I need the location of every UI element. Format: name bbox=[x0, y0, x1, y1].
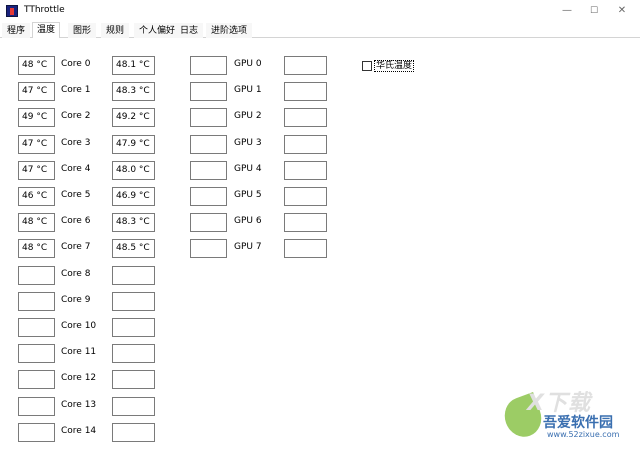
core-temp-field: 47 °C bbox=[18, 161, 55, 180]
gpu-label: GPU 1 bbox=[234, 85, 262, 95]
gpu-temp2-field bbox=[284, 56, 327, 75]
core-label: Core 10 bbox=[61, 321, 97, 331]
core-temp2-field: 48.1 °C bbox=[112, 56, 155, 75]
gpu-temp-field bbox=[190, 56, 227, 75]
gpu-temp-field bbox=[190, 135, 227, 154]
core-temp2-field bbox=[112, 266, 155, 285]
maximize-button[interactable]: ☐ bbox=[580, 2, 608, 20]
gpu-label: GPU 0 bbox=[234, 59, 262, 69]
tab-log[interactable]: 日志 bbox=[175, 23, 204, 38]
core-temp-field bbox=[18, 370, 55, 389]
gpu-temp-field bbox=[190, 187, 227, 206]
tab-programs[interactable]: 程序 bbox=[2, 23, 31, 38]
core-temp-field: 46 °C bbox=[18, 187, 55, 206]
gpu-temp-field bbox=[190, 82, 227, 101]
core-label: Core 2 bbox=[61, 111, 91, 121]
tab-rules[interactable]: 规则 bbox=[101, 23, 130, 38]
core-temp-field bbox=[18, 318, 55, 337]
core-temp-field bbox=[18, 423, 55, 442]
gpu-temp2-field bbox=[284, 108, 327, 127]
fahrenheit-label: 华氏温度 bbox=[374, 60, 415, 72]
gpu-temp-field bbox=[190, 161, 227, 180]
fahrenheit-checkbox[interactable]: 华氏温度 bbox=[362, 60, 415, 72]
gpu-label: GPU 6 bbox=[234, 216, 262, 226]
core-label: Core 3 bbox=[61, 138, 91, 148]
core-temp2-field: 48.0 °C bbox=[112, 161, 155, 180]
core-temp2-field: 48.3 °C bbox=[112, 82, 155, 101]
gpu-temp-field bbox=[190, 239, 227, 258]
core-temp-field bbox=[18, 266, 55, 285]
core-temp2-field bbox=[112, 292, 155, 311]
core-label: Core 5 bbox=[61, 190, 91, 200]
core-temp2-field bbox=[112, 318, 155, 337]
close-button[interactable]: ✕ bbox=[608, 2, 636, 20]
core-label: Core 4 bbox=[61, 164, 91, 174]
core-label: Core 12 bbox=[61, 373, 97, 383]
core-temp2-field bbox=[112, 344, 155, 363]
gpu-temp2-field bbox=[284, 239, 327, 258]
core-temp2-field: 48.5 °C bbox=[112, 239, 155, 258]
core-temp2-field: 46.9 °C bbox=[112, 187, 155, 206]
gpu-label: GPU 5 bbox=[234, 190, 262, 200]
app-icon bbox=[6, 5, 18, 17]
core-temp2-field: 49.2 °C bbox=[112, 108, 155, 127]
core-temp-field bbox=[18, 292, 55, 311]
gpu-label: GPU 2 bbox=[234, 111, 262, 121]
tab-advanced[interactable]: 进阶选项 bbox=[206, 23, 253, 38]
core-temp2-field: 48.3 °C bbox=[112, 213, 155, 232]
core-label: Core 9 bbox=[61, 295, 91, 305]
tab-temperature[interactable]: 温度 bbox=[32, 22, 61, 38]
gpu-temp2-field bbox=[284, 82, 327, 101]
core-label: Core 7 bbox=[61, 242, 91, 252]
core-temp2-field bbox=[112, 423, 155, 442]
core-label: Core 1 bbox=[61, 85, 91, 95]
gpu-temp2-field bbox=[284, 213, 327, 232]
tab-graphs[interactable]: 图形 bbox=[68, 23, 97, 38]
core-label: Core 8 bbox=[61, 269, 91, 279]
core-label: Core 14 bbox=[61, 426, 97, 436]
checkbox-square[interactable] bbox=[362, 61, 372, 71]
minimize-button[interactable]: — bbox=[553, 2, 581, 20]
gpu-label: GPU 4 bbox=[234, 164, 262, 174]
core-temp2-field bbox=[112, 370, 155, 389]
watermark-url: www.52zixue.com bbox=[547, 430, 620, 439]
core-temp-field: 48 °C bbox=[18, 239, 55, 258]
core-temp-field: 47 °C bbox=[18, 135, 55, 154]
core-temp-field: 48 °C bbox=[18, 213, 55, 232]
gpu-label: GPU 7 bbox=[234, 242, 262, 252]
core-label: Core 11 bbox=[61, 347, 97, 357]
core-temp2-field: 47.9 °C bbox=[112, 135, 155, 154]
core-temp-field bbox=[18, 397, 55, 416]
core-temp2-field bbox=[112, 397, 155, 416]
core-label: Core 6 bbox=[61, 216, 91, 226]
core-temp-field: 47 °C bbox=[18, 82, 55, 101]
gpu-temp2-field bbox=[284, 187, 327, 206]
core-label: Core 0 bbox=[61, 59, 91, 69]
title-bar: TThrottle — ☐ ✕ bbox=[0, 0, 640, 22]
gpu-label: GPU 3 bbox=[234, 138, 262, 148]
watermark-logo: X下载 吾爱软件园 www.52zixue.com bbox=[499, 385, 635, 445]
gpu-temp-field bbox=[190, 108, 227, 127]
core-temp-field: 49 °C bbox=[18, 108, 55, 127]
core-label: Core 13 bbox=[61, 400, 97, 410]
core-temp-field bbox=[18, 344, 55, 363]
core-temp-field: 48 °C bbox=[18, 56, 55, 75]
watermark-main-text: 吾爱软件园 bbox=[543, 415, 613, 431]
tab-preferences[interactable]: 个人偏好 bbox=[134, 23, 181, 38]
window-title: TThrottle bbox=[24, 5, 65, 15]
gpu-temp2-field bbox=[284, 135, 327, 154]
gpu-temp-field bbox=[190, 213, 227, 232]
gpu-temp2-field bbox=[284, 161, 327, 180]
tab-bar: 程序 温度 图形 规则 个人偏好 日志 进阶选项 bbox=[0, 22, 640, 38]
